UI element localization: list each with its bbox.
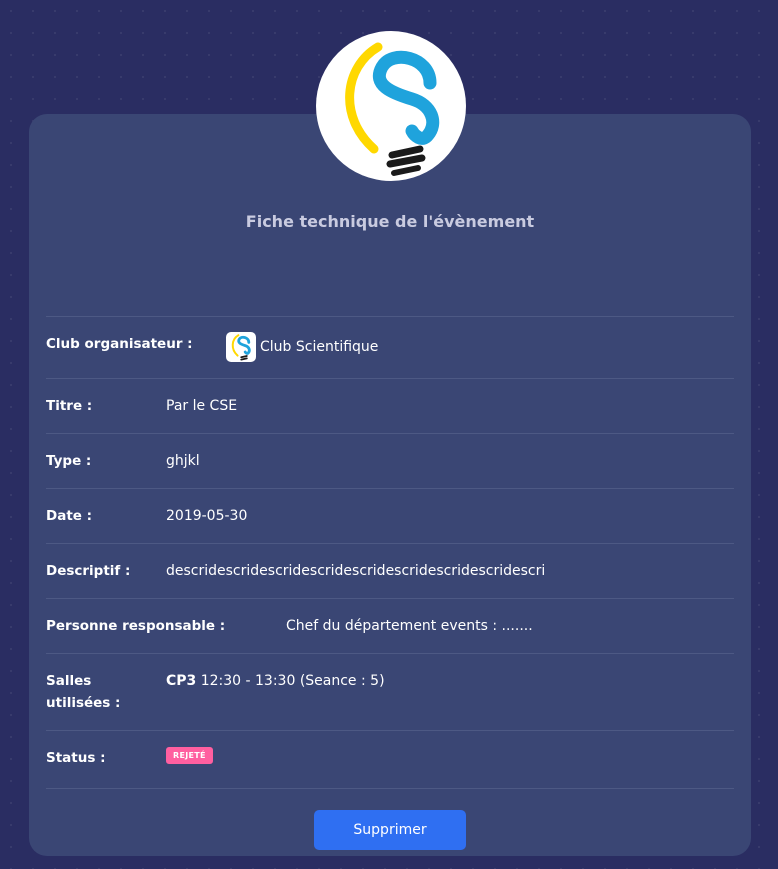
club-scientifique-icon bbox=[226, 332, 256, 362]
page-title: Fiche technique de l'évènement bbox=[245, 212, 535, 231]
field-row-responsable: Personne responsable : Chef du départeme… bbox=[46, 598, 734, 654]
event-card: Fiche technique de l'évènement Club orga… bbox=[29, 114, 751, 856]
status-badge: REJETÉ bbox=[166, 747, 213, 764]
titre-label: Titre : bbox=[46, 398, 93, 414]
club-value: Club Scientifique bbox=[260, 339, 379, 355]
salle-room: CP3 bbox=[166, 673, 197, 689]
field-row-salles: Salles utilisées : CP3 12:30 - 13:30 (Se… bbox=[46, 653, 734, 731]
field-row-club: Club organisateur : Club Scientifique bbox=[46, 316, 734, 379]
field-row-descriptif: Descriptif : descridescridescridescrides… bbox=[46, 543, 734, 599]
salle-entry: CP3 12:30 - 13:30 (Seance : 5) bbox=[166, 670, 385, 692]
salle-detail: 12:30 - 13:30 (Seance : 5) bbox=[196, 673, 385, 689]
status-label: Status : bbox=[46, 750, 106, 766]
actions-divider bbox=[46, 788, 734, 790]
date-value: 2019-05-30 bbox=[166, 508, 248, 524]
type-value: ghjkl bbox=[166, 453, 200, 469]
titre-value: Par le CSE bbox=[166, 398, 238, 414]
delete-button[interactable]: Supprimer bbox=[314, 810, 466, 850]
field-row-status: Status : REJETÉ bbox=[46, 730, 734, 789]
field-row-type: Type : ghjkl bbox=[46, 433, 734, 489]
descriptif-label: Descriptif : bbox=[46, 563, 131, 579]
salles-label-line1: Salles bbox=[46, 673, 92, 689]
descriptif-value: descridescridescridescridescridescridesc… bbox=[166, 563, 546, 579]
club-logo-icon bbox=[316, 31, 466, 181]
responsable-value: Chef du département events : ....... bbox=[286, 618, 533, 634]
type-label: Type : bbox=[46, 453, 92, 469]
field-row-titre: Titre : Par le CSE bbox=[46, 378, 734, 434]
field-row-date: Date : 2019-05-30 bbox=[46, 488, 734, 544]
salles-label-line2: utilisées : bbox=[46, 695, 121, 711]
date-label: Date : bbox=[46, 508, 93, 524]
responsable-label: Personne responsable : bbox=[46, 618, 226, 634]
club-label: Club organisateur : bbox=[46, 336, 193, 352]
